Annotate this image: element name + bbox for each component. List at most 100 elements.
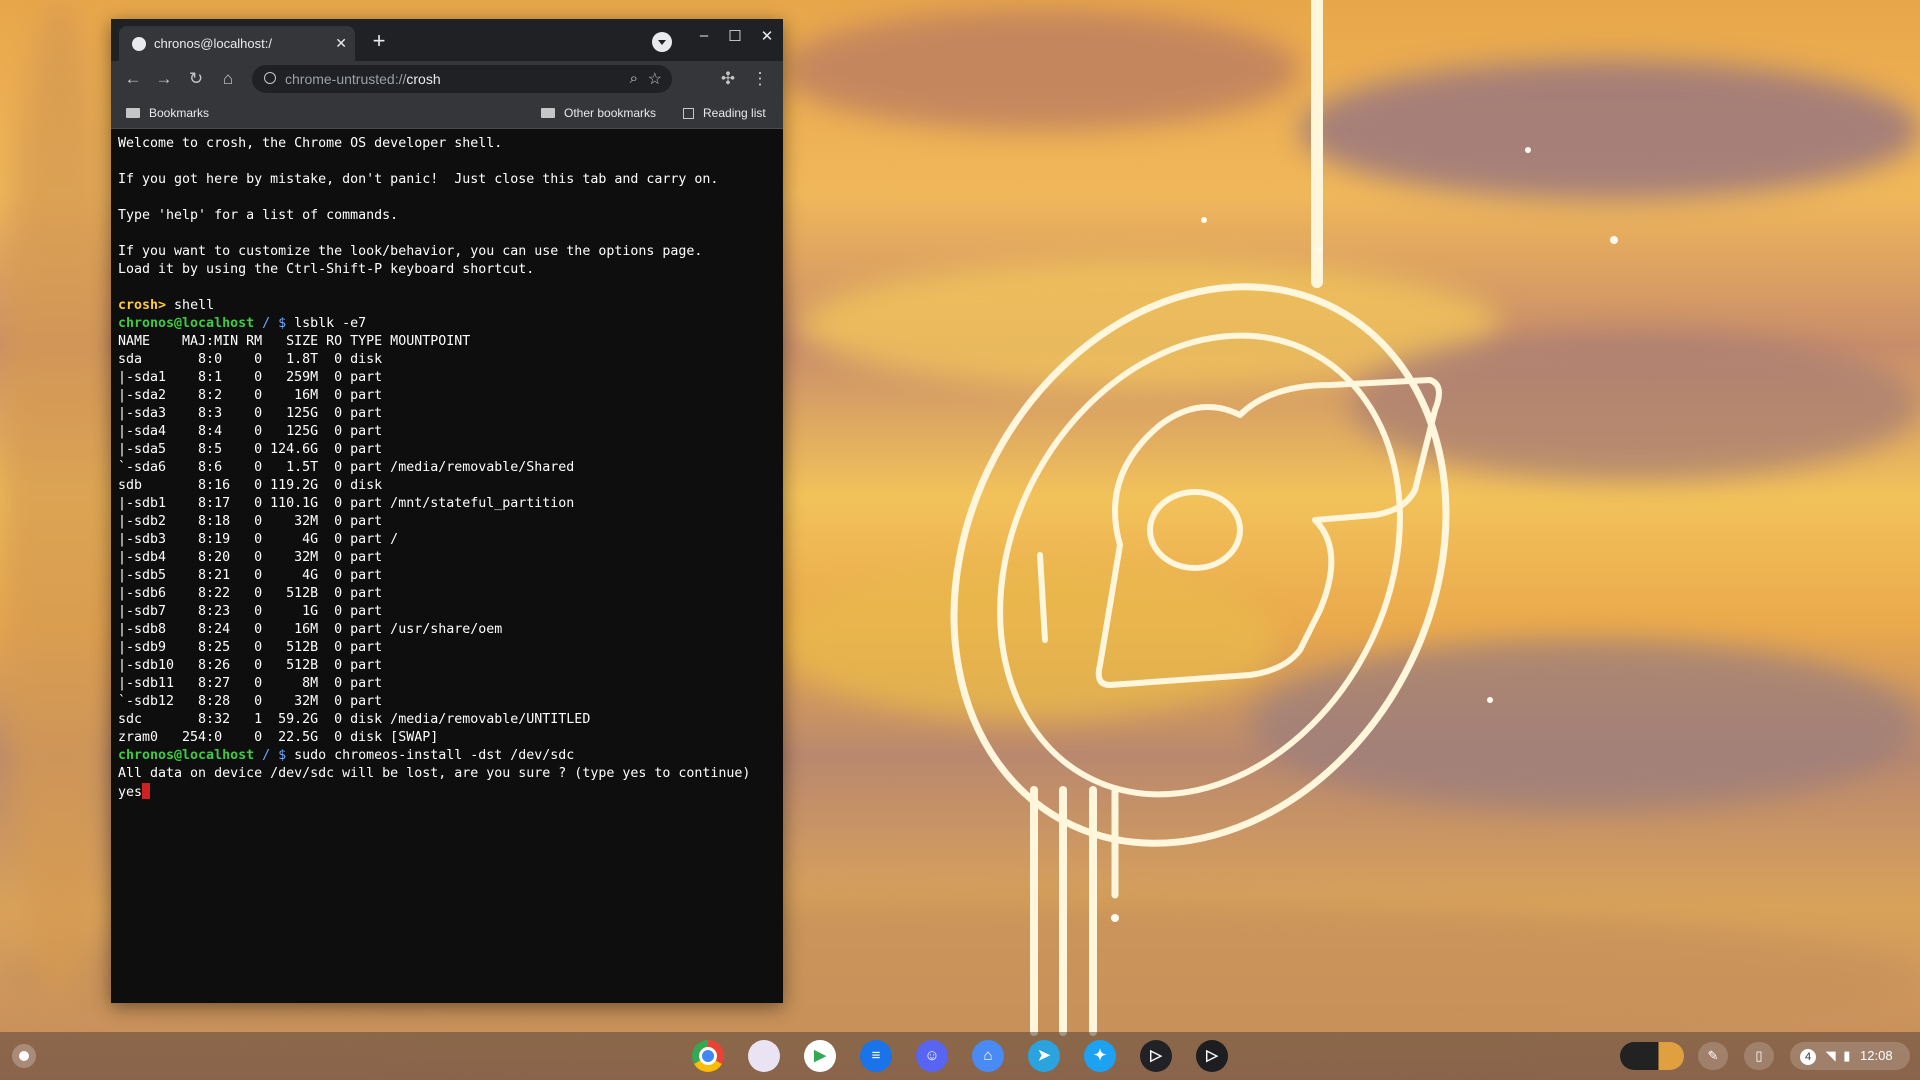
forward-arrow-icon[interactable]: →	[153, 68, 175, 90]
terminal-line: Type 'help' for a list of commands.	[118, 208, 399, 223]
command-text: shell	[166, 298, 215, 313]
terminal-line: Load it by using the Ctrl-Shift-P keyboa…	[118, 262, 535, 277]
lsblk-line: |-sdb2 8:18 0 32M 0 part	[118, 514, 383, 529]
lsblk-line: |-sda3 8:3 0 125G 0 part	[118, 406, 383, 421]
messages-icon[interactable]: ≡	[860, 1040, 892, 1072]
phone-icon: ▯	[1755, 1048, 1763, 1063]
extensions-icon[interactable]: ✣	[717, 68, 739, 90]
site-info-icon[interactable]	[264, 72, 276, 84]
battery-icon: ▮	[1843, 1048, 1851, 1063]
shell-prompt: chronos@localhost	[118, 316, 255, 331]
reload-icon[interactable]: ↻	[185, 68, 207, 90]
lsblk-line: |-sda5 8:5 0 124.6G 0 part	[118, 442, 383, 457]
player-app-icon[interactable]: ▷	[1196, 1040, 1228, 1072]
lsblk-line: sda 8:0 0 1.8T 0 disk	[118, 352, 383, 367]
clock-time: 12:08	[1860, 1048, 1893, 1063]
pen-icon: ✎	[1707, 1048, 1719, 1063]
lsblk-line: |-sdb9 8:25 0 512B 0 part	[118, 640, 383, 655]
terminal-input-line[interactable]: yes	[118, 783, 777, 801]
terminal-line: chronos@localhost / $ sudo chromeos-inst…	[118, 747, 777, 765]
lsblk-line: zram0 254:0 0 22.5G 0 disk [SWAP]	[118, 730, 439, 745]
bookmark-star-icon[interactable]: ☆	[648, 69, 662, 89]
crosh-terminal[interactable]: Welcome to crosh, the Chrome OS develope…	[111, 129, 783, 1003]
bookmarks-label: Bookmarks	[149, 106, 210, 120]
play-store-icon[interactable]: ▶	[804, 1040, 836, 1072]
other-bookmarks-folder[interactable]: Other bookmarks	[541, 106, 656, 120]
warning-line: All data on device /dev/sdc will be lost…	[118, 766, 751, 781]
text-cursor	[142, 783, 151, 799]
lsblk-line: sdb 8:16 0 119.2G 0 disk	[118, 478, 383, 493]
twitter-icon[interactable]: ✦	[1084, 1040, 1116, 1072]
lsblk-line: |-sdb8 8:24 0 16M 0 part /usr/share/oem	[118, 622, 503, 637]
lsblk-line: |-sdb7 8:23 0 1G 0 part	[118, 604, 383, 619]
lsblk-line: `-sdb12 8:28 0 32M 0 part	[118, 694, 383, 709]
chrome-icon[interactable]	[692, 1040, 724, 1072]
tab-crosh[interactable]: chronos@localhost:/ ✕	[119, 26, 355, 61]
discord-icon[interactable]: ☺	[916, 1040, 948, 1072]
typed-answer: yes	[118, 785, 143, 800]
lsblk-line: |-sdb10 8:26 0 512B 0 part	[118, 658, 383, 673]
home-icon[interactable]: ⌂	[217, 68, 239, 90]
notification-count-badge: 4	[1800, 1048, 1816, 1065]
browser-toolbar: ← → ↻ ⌂ chrome-untrusted://crosh ⌕ ☆ ✣ ⋮	[111, 61, 783, 98]
back-arrow-icon[interactable]: ←	[122, 68, 144, 90]
address-bar[interactable]: chrome-untrusted://crosh ⌕ ☆	[252, 65, 672, 93]
reading-list-icon	[683, 108, 694, 119]
zoom-icon[interactable]: ⌕	[630, 70, 638, 87]
url-scheme: chrome-untrusted://	[285, 71, 407, 87]
folder-icon	[541, 108, 555, 118]
prompt-path: / $	[254, 316, 295, 331]
telegram-icon[interactable]: ➤	[1028, 1040, 1060, 1072]
media-app-icon[interactable]: ▷	[1140, 1040, 1172, 1072]
terminal-line: crosh> shell	[118, 297, 777, 315]
prompt-path: / $	[254, 748, 295, 763]
tab-title: chronos@localhost:/	[154, 36, 272, 51]
maximize-button[interactable]: ☐	[724, 27, 746, 45]
lsblk-line: sdc 8:32 1 59.2G 0 disk /media/removable…	[118, 712, 591, 727]
tab-search-button[interactable]	[652, 32, 672, 52]
holding-space-tray[interactable]	[1620, 1042, 1684, 1070]
close-window-button[interactable]: ✕	[756, 27, 778, 45]
bookmarks-folder[interactable]: Bookmarks	[126, 106, 209, 120]
shelf: ▶ ≡ ☺ ⌂ ➤ ✦ ▷ ▷ ✎ ▯ 4 ◥ ▮ 12:08	[0, 1032, 1920, 1080]
minimize-button[interactable]: –	[693, 27, 715, 44]
new-tab-button[interactable]: +	[367, 30, 391, 54]
gallery-app-icon[interactable]	[748, 1040, 780, 1072]
terminal-line: If you want to customize the look/behavi…	[118, 244, 703, 259]
launcher-button[interactable]	[12, 1044, 36, 1068]
chat-app-icon[interactable]: ⌂	[972, 1040, 1004, 1072]
lsblk-line: |-sdb6 8:22 0 512B 0 part	[118, 586, 383, 601]
other-bookmarks-label: Other bookmarks	[564, 106, 657, 120]
folder-icon	[126, 108, 140, 118]
wifi-icon: ◥	[1825, 1048, 1836, 1063]
url-host: crosh	[406, 71, 441, 87]
phone-hub-button[interactable]: ▯	[1744, 1042, 1774, 1070]
terminal-line: If you got here by mistake, don't panic!…	[118, 172, 719, 187]
lsblk-line: |-sda4 8:4 0 125G 0 part	[118, 424, 383, 439]
lsblk-line: |-sda1 8:1 0 259M 0 part	[118, 370, 383, 385]
terminal-line: Welcome to crosh, the Chrome OS develope…	[118, 136, 503, 151]
lsblk-line: |-sdb1 8:17 0 110.1G 0 part /mnt/statefu…	[118, 496, 575, 511]
menu-kebab-icon[interactable]: ⋮	[749, 68, 771, 90]
reading-list-label: Reading list	[703, 106, 766, 120]
globe-icon	[132, 37, 146, 51]
terminal-line: chronos@localhost / $ lsblk -e7	[118, 315, 777, 333]
status-area[interactable]: 4 ◥ ▮ 12:08	[1790, 1042, 1910, 1070]
command-text: sudo chromeos-install -dst /dev/sdc	[294, 748, 575, 763]
lsblk-line: |-sdb4 8:20 0 32M 0 part	[118, 550, 383, 565]
lsblk-line: |-sda2 8:2 0 16M 0 part	[118, 388, 383, 403]
shell-prompt: chronos@localhost	[118, 748, 255, 763]
crosh-prompt: crosh>	[118, 298, 167, 313]
stylus-tools-button[interactable]: ✎	[1698, 1042, 1728, 1070]
command-text: lsblk -e7	[294, 316, 367, 331]
lsblk-line: |-sdb5 8:21 0 4G 0 part	[118, 568, 383, 583]
lsblk-line: |-sdb3 8:19 0 4G 0 part /	[118, 532, 399, 547]
lsblk-line: `-sda6 8:6 0 1.5T 0 part /media/removabl…	[118, 460, 575, 475]
close-tab-icon[interactable]: ✕	[335, 35, 347, 52]
reading-list-button[interactable]: Reading list	[683, 106, 766, 120]
lsblk-line: NAME MAJ:MIN RM SIZE RO TYPE MOUNTPOINT	[118, 334, 471, 349]
